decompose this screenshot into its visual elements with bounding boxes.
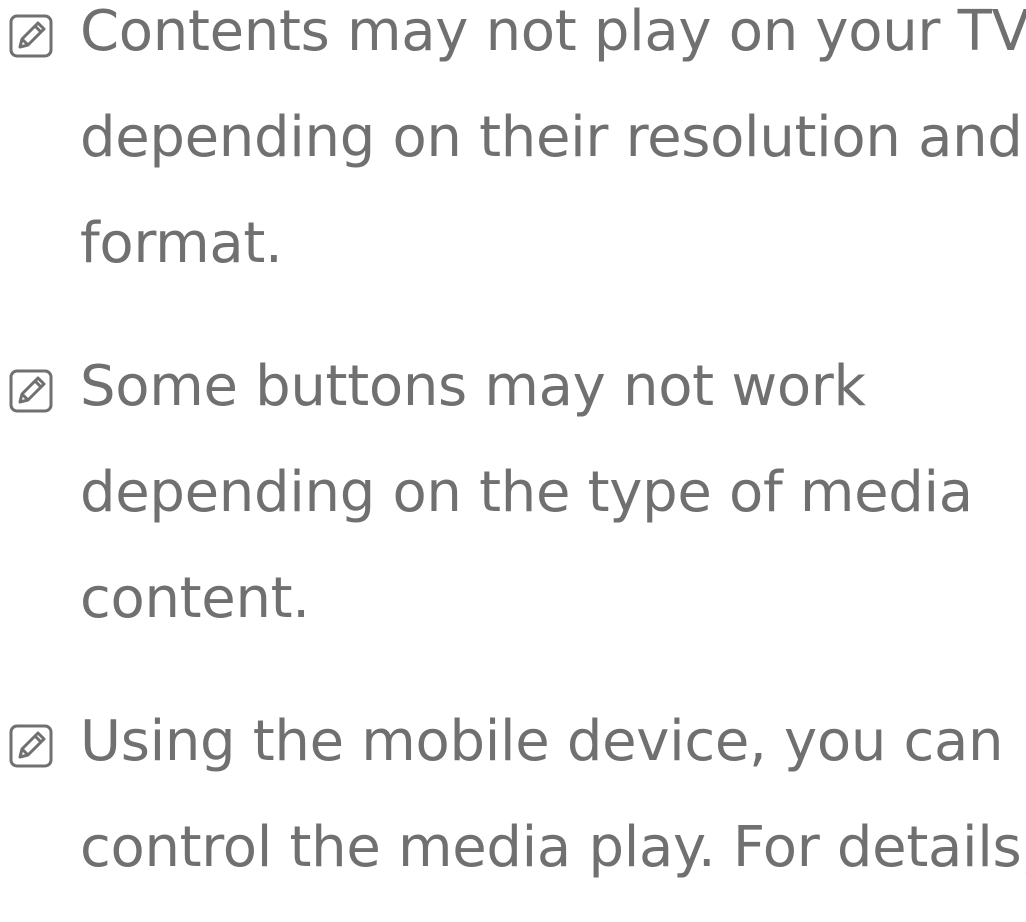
note-line: Contents may not play on your TV bbox=[80, 0, 1026, 64]
note-pencil-icon bbox=[9, 724, 53, 768]
notes-list: Contents may not play on your TV dependi… bbox=[0, 0, 1026, 922]
note-line: Some buttons may not work bbox=[80, 354, 866, 419]
note-line: depending on the type of media bbox=[80, 460, 973, 525]
note-item: Using the mobile device, you can control… bbox=[0, 709, 1026, 922]
note-text: Some buttons may not work depending on t… bbox=[80, 334, 1022, 652]
note-line: content. bbox=[80, 566, 310, 631]
note-text: Contents may not play on your TV dependi… bbox=[80, 0, 1026, 297]
note-line: Using the mobile device, you can bbox=[80, 709, 1004, 774]
note-line: depending on their resolution and bbox=[80, 105, 1023, 170]
note-pencil-icon bbox=[9, 14, 53, 58]
note-item: Contents may not play on your TV dependi… bbox=[0, 0, 1026, 318]
note-item: Some buttons may not work depending on t… bbox=[0, 354, 1026, 673]
note-line: control the media play. For details, bbox=[80, 815, 1026, 880]
note-text: Using the mobile device, you can control… bbox=[80, 689, 1026, 901]
note-line: format. bbox=[80, 211, 283, 276]
note-pencil-icon bbox=[9, 369, 53, 413]
